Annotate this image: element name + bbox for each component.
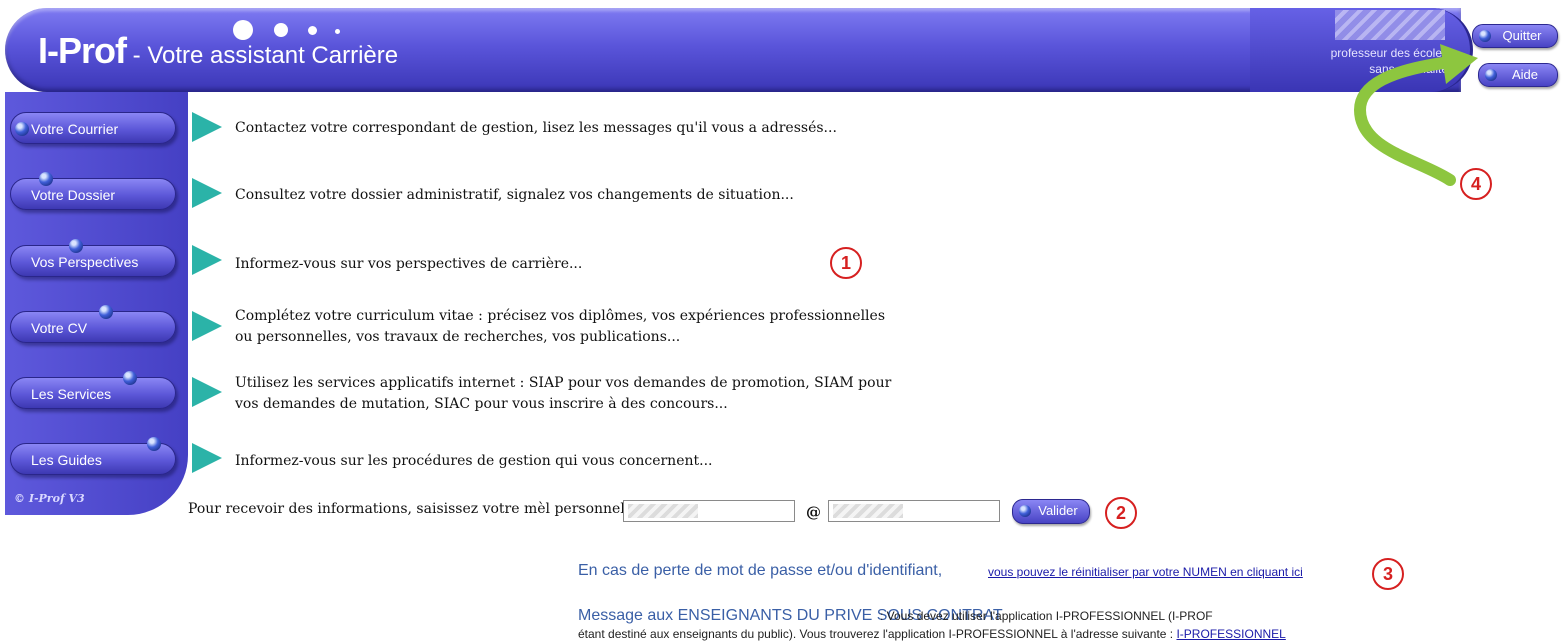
arrow-icon (192, 178, 222, 208)
at-sign: @ (806, 503, 821, 521)
description-line: Complétez votre curriculum vitae : préci… (235, 308, 886, 324)
email-user-field[interactable] (623, 500, 795, 522)
private-message-body: étant destiné aux enseignants du public)… (578, 627, 1286, 641)
sidebar-item-services[interactable]: Les Services (10, 371, 176, 409)
private-message-text: étant destiné aux enseignants du public)… (578, 627, 1177, 641)
arrow-icon (192, 245, 222, 275)
masked-value (833, 504, 903, 518)
sidebar-item-label: Les Guides (31, 452, 102, 468)
callout-arrow-icon (1353, 44, 1478, 186)
description-line: vos demandes de mutation, SIAC pour vous… (235, 396, 728, 412)
masked-value (628, 504, 698, 518)
reset-numen-link[interactable]: vous pouvez le réinitialiser par votre N… (988, 565, 1303, 579)
sidebar-item-dossier[interactable]: Votre Dossier (10, 172, 176, 210)
nav-ball-icon (99, 305, 113, 319)
validate-button[interactable]: Valider (1012, 499, 1090, 524)
arrow-icon (192, 112, 222, 142)
i-professionnel-link[interactable]: I-PROFESSIONNEL (1176, 627, 1285, 641)
nav-ball-icon (147, 437, 161, 451)
description-guides: Informez-vous sur les procédures de gest… (235, 453, 713, 469)
annotation-marker-3: 3 (1372, 558, 1404, 590)
sidebar-item-courrier[interactable]: Votre Courrier (10, 112, 176, 144)
nav-ball-icon (123, 371, 137, 385)
arrow-icon (192, 311, 222, 341)
sidebar-item-guides[interactable]: Les Guides (10, 437, 176, 475)
sidebar-item-label: Votre Dossier (31, 187, 116, 203)
brand-tagline: - Votre assistant Carrière (126, 42, 399, 69)
description-services: Utilisez les services applicatifs intern… (235, 373, 891, 415)
private-message-body: : Vous devez utiliser l'application I-PR… (880, 609, 1213, 623)
annotation-marker-1: 1 (830, 247, 862, 279)
help-label: Aide (1511, 67, 1539, 82)
arrow-icon (192, 443, 222, 473)
email-domain-field[interactable] (828, 500, 1000, 522)
nav-ball-icon (69, 239, 83, 253)
button-ball-icon (1019, 505, 1031, 517)
brand-name: I-Prof (38, 30, 127, 71)
nav-ball-icon (15, 122, 29, 136)
sidebar-item-label: Vos Perspectives (31, 254, 139, 270)
description-cv: Complétez votre curriculum vitae : préci… (235, 306, 885, 348)
description-courrier: Contactez votre correspondant de gestion… (235, 120, 837, 136)
app-logo: I-Prof - Votre assistant Carrière (38, 30, 398, 72)
validate-label: Valider (1038, 503, 1078, 518)
sidebar-item-label: Votre Courrier (31, 121, 119, 137)
sidebar-item-label: Votre CV (31, 320, 88, 336)
annotation-marker-2: 2 (1105, 497, 1137, 529)
lost-credentials-title: En cas de perte de mot de passe et/ou d'… (578, 562, 943, 579)
email-label: Pour recevoir des informations, saisisse… (188, 501, 634, 517)
arrow-icon (192, 377, 222, 407)
sidebar-item-cv[interactable]: Votre CV (10, 305, 176, 343)
copyright: © I-Prof V3 (14, 492, 85, 505)
nav-ball-icon (39, 172, 53, 186)
description-line: ou personnelles, vos travaux de recherch… (235, 329, 681, 345)
sidebar-item-label: Les Services (31, 386, 112, 402)
description-perspectives: Informez-vous sur vos perspectives de ca… (235, 256, 583, 272)
description-dossier: Consultez votre dossier administratif, s… (235, 187, 794, 203)
sidebar-item-perspectives[interactable]: Vos Perspectives (10, 239, 176, 277)
user-badge (1335, 10, 1445, 40)
description-line: Utilisez les services applicatifs intern… (235, 375, 892, 391)
